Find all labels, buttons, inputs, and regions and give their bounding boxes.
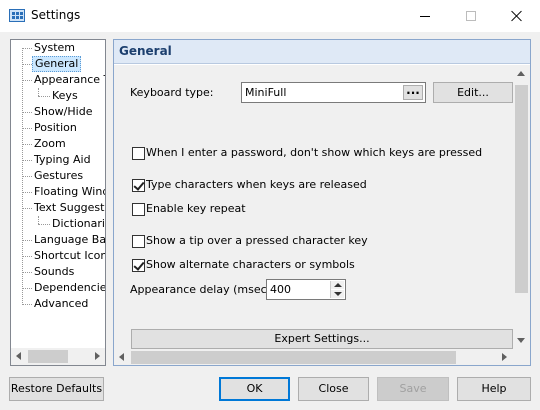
close-button[interactable]: Close [298, 377, 369, 401]
hide-password-keys-checkbox[interactable] [132, 147, 145, 160]
minimize-icon [420, 15, 430, 17]
appearance-delay-value[interactable]: 400 [270, 283, 291, 296]
tree-item-position[interactable]: Position [32, 120, 79, 136]
tree-connector [22, 64, 32, 65]
tree-connector [22, 256, 32, 257]
show-alternate-checkbox[interactable] [132, 259, 145, 272]
panel-horizontal-scrollbar[interactable] [114, 349, 513, 365]
chevron-down-icon [334, 292, 342, 296]
tree-item-keys[interactable]: Keys [50, 88, 80, 104]
tree-connector [22, 80, 32, 81]
tree-connector [22, 128, 32, 129]
tree-connector [22, 176, 32, 177]
scroll-right-icon[interactable] [502, 353, 507, 361]
ok-button[interactable]: OK [219, 377, 290, 401]
tree-connector [38, 216, 39, 224]
help-button[interactable]: Help [457, 377, 531, 401]
keyboard-icon [9, 9, 25, 22]
tree-item-general[interactable]: General [32, 56, 82, 72]
tree-item-show-hide[interactable]: Show/Hide [32, 104, 94, 120]
scroll-up-icon[interactable] [517, 71, 525, 76]
tree-connector [22, 208, 32, 209]
browse-keyboard-button[interactable]: ... [403, 84, 423, 100]
key-repeat-label[interactable]: Enable key repeat [146, 202, 246, 215]
scrollbar-corner [513, 349, 530, 365]
tree-connector [22, 160, 32, 161]
scroll-left-icon[interactable] [119, 353, 124, 361]
tree-item-system[interactable]: System [32, 40, 77, 56]
show-alternate-label[interactable]: Show alternate characters or symbols [146, 258, 355, 271]
keyboard-type-field[interactable]: MiniFull ... [241, 82, 426, 103]
spin-down-button[interactable] [331, 290, 344, 298]
close-icon [511, 10, 523, 22]
appearance-delay-spinner[interactable]: 400 [266, 279, 346, 300]
panel-vertical-scrollbar[interactable] [513, 65, 530, 349]
panel-vscroll-thumb[interactable] [515, 85, 528, 293]
keyboard-type-value: MiniFull [245, 86, 287, 99]
tree-item-dictionaries[interactable]: Dictionaries [50, 216, 105, 232]
tree-item-zoom[interactable]: Zoom [32, 136, 68, 152]
spinner-buttons [330, 281, 344, 298]
tree-item-language-bar[interactable]: Language Bar [32, 232, 105, 248]
panel-title: General [119, 44, 172, 58]
tree-connector [22, 112, 32, 113]
panel-hscroll-thumb[interactable] [131, 351, 456, 364]
tree-horizontal-scrollbar[interactable] [11, 348, 105, 365]
appearance-delay-label: Appearance delay (msec): [130, 283, 275, 296]
tree-item-appearance-theme[interactable]: Appearance Th [32, 72, 105, 88]
spin-up-button[interactable] [331, 281, 344, 289]
tree-connector [22, 240, 32, 241]
keyboard-type-label: Keyboard type: [130, 86, 214, 99]
tree-item-sounds[interactable]: Sounds [32, 264, 76, 280]
tree-connector [22, 144, 32, 145]
tree-item-floating-window[interactable]: Floating Windo [32, 184, 105, 200]
tree-connector [22, 192, 32, 193]
tree-connector [22, 304, 32, 305]
type-on-release-checkbox[interactable] [132, 179, 145, 192]
show-tip-label[interactable]: Show a tip over a pressed character key [146, 234, 368, 247]
restore-defaults-button[interactable]: Restore Defaults [9, 377, 104, 401]
tree-connector [22, 272, 32, 273]
maximize-button[interactable] [448, 0, 494, 32]
edit-button[interactable]: Edit... [433, 82, 513, 103]
scroll-right-icon[interactable] [95, 352, 100, 360]
tree-item-text-suggestions[interactable]: Text Suggestio [32, 200, 105, 216]
settings-panel: General Keyboard type: MiniFull ... Edit… [113, 39, 531, 366]
key-repeat-checkbox[interactable] [132, 203, 145, 216]
tree-connector [38, 88, 39, 96]
tree-connector [22, 288, 32, 289]
expert-settings-button[interactable]: Expert Settings... [131, 329, 513, 349]
panel-content: Keyboard type: MiniFull ... Edit... When… [114, 65, 513, 349]
scroll-left-icon[interactable] [16, 352, 21, 360]
settings-tree[interactable]: System General Appearance Th Keys Show/H… [10, 39, 106, 366]
tree-item-dependencies[interactable]: Dependencies [32, 280, 105, 296]
close-window-button[interactable] [494, 0, 540, 32]
show-tip-checkbox[interactable] [132, 235, 145, 248]
type-on-release-label[interactable]: Type characters when keys are released [146, 178, 367, 191]
tree-item-shortcut-icons[interactable]: Shortcut Icons [32, 248, 105, 264]
save-button[interactable]: Save [377, 377, 449, 401]
tree-item-gestures[interactable]: Gestures [32, 168, 85, 184]
hide-password-keys-label[interactable]: When I enter a password, don't show whic… [146, 146, 482, 159]
window-title: Settings [31, 8, 81, 22]
tree-connector [22, 48, 32, 49]
panel-header: General [114, 40, 530, 64]
tree-scroll-thumb[interactable] [28, 350, 68, 363]
title-bar: Settings [0, 0, 540, 32]
tree-connector [38, 96, 50, 97]
tree-item-typing-aid[interactable]: Typing Aid [32, 152, 93, 168]
tree-connector [38, 224, 50, 225]
minimize-button[interactable] [402, 0, 448, 32]
tree-item-advanced[interactable]: Advanced [32, 296, 90, 312]
maximize-icon [466, 11, 476, 21]
scroll-down-icon[interactable] [517, 338, 525, 343]
chevron-up-icon [334, 283, 342, 287]
